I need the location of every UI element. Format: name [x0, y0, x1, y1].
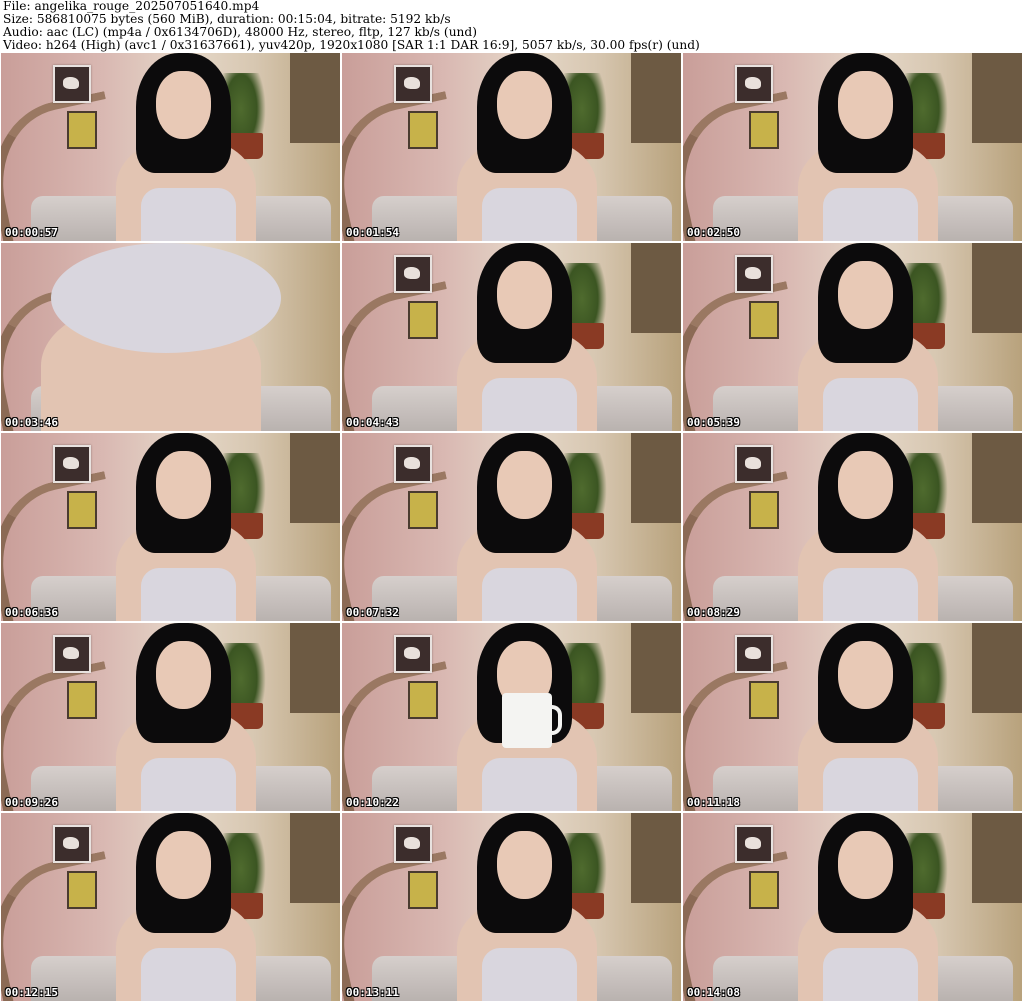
- mug-graphic: [502, 693, 562, 748]
- thumbnail-scene: [1, 243, 340, 431]
- video-thumbnail[interactable]: 00:03:46: [1, 243, 340, 431]
- thumbnail-scene: [683, 623, 1022, 811]
- thumbnail-grid: 00:00:57 00:01:54 00:02:50 00:03:46 00:0…: [1, 53, 1023, 1002]
- thumbnail-scene: [342, 243, 681, 431]
- video-thumbnail[interactable]: 00:10:22: [342, 623, 681, 811]
- timestamp-label: 00:06:36: [5, 606, 58, 619]
- video-thumbnail[interactable]: 00:06:36: [1, 433, 340, 621]
- timestamp-label: 00:08:29: [687, 606, 740, 619]
- video-thumbnail[interactable]: 00:05:39: [683, 243, 1022, 431]
- timestamp-label: 00:13:11: [346, 986, 399, 999]
- thumbnail-scene: [342, 813, 681, 1001]
- video-thumbnail[interactable]: 00:14:08: [683, 813, 1022, 1001]
- timestamp-label: 00:11:18: [687, 796, 740, 809]
- thumbnail-scene: [1, 53, 340, 241]
- video-thumbnail[interactable]: 00:12:15: [1, 813, 340, 1001]
- timestamp-label: 00:02:50: [687, 226, 740, 239]
- thumbnail-scene: [683, 53, 1022, 241]
- file-info-header: File: angelika_rouge_202507051640.mp4 Si…: [3, 0, 1021, 52]
- video-thumbnail[interactable]: 00:08:29: [683, 433, 1022, 621]
- timestamp-label: 00:07:32: [346, 606, 399, 619]
- timestamp-label: 00:01:54: [346, 226, 399, 239]
- thumbnail-scene: [1, 433, 340, 621]
- timestamp-label: 00:00:57: [5, 226, 58, 239]
- timestamp-label: 00:09:26: [5, 796, 58, 809]
- thumbnail-scene: [683, 813, 1022, 1001]
- thumbnail-scene: [342, 623, 681, 811]
- video-thumbnail[interactable]: 00:11:18: [683, 623, 1022, 811]
- video-thumbnail[interactable]: 00:09:26: [1, 623, 340, 811]
- thumbnail-scene: [1, 623, 340, 811]
- thumbnail-scene: [342, 53, 681, 241]
- thumbnail-scene: [1, 813, 340, 1001]
- video-thumbnail[interactable]: 00:00:57: [1, 53, 340, 241]
- video-thumbnail[interactable]: 00:13:11: [342, 813, 681, 1001]
- timestamp-label: 00:10:22: [346, 796, 399, 809]
- timestamp-label: 00:12:15: [5, 986, 58, 999]
- timestamp-label: 00:04:43: [346, 416, 399, 429]
- timestamp-label: 00:03:46: [5, 416, 58, 429]
- video-thumbnail[interactable]: 00:04:43: [342, 243, 681, 431]
- video-thumbnail[interactable]: 00:07:32: [342, 433, 681, 621]
- thumbnail-scene: [683, 433, 1022, 621]
- thumbnail-scene: [683, 243, 1022, 431]
- timestamp-label: 00:05:39: [687, 416, 740, 429]
- timestamp-label: 00:14:08: [687, 986, 740, 999]
- video-thumbnail[interactable]: 00:01:54: [342, 53, 681, 241]
- video-thumbnail[interactable]: 00:02:50: [683, 53, 1022, 241]
- thumbnail-scene: [342, 433, 681, 621]
- video-info-line: Video: h264 (High) (avc1 / 0x31637661), …: [3, 38, 700, 52]
